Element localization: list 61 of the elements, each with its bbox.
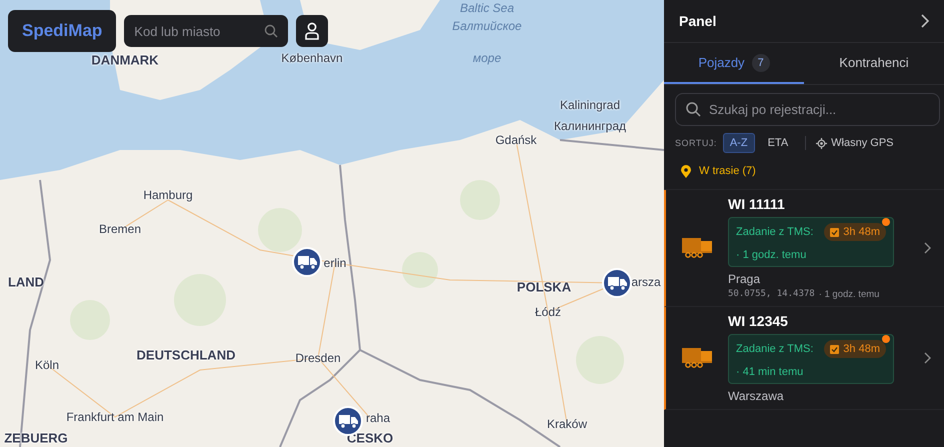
city-label: Kraków bbox=[547, 417, 587, 431]
sort-option[interactable]: ETA bbox=[760, 133, 796, 153]
vehicle-plate: WI 12345 bbox=[728, 313, 788, 329]
city-label: Łódź bbox=[534, 305, 562, 319]
user-button[interactable] bbox=[296, 15, 328, 47]
sea-label: Baltic Sea bbox=[460, 1, 514, 15]
task-label: Zadanie z TMS: bbox=[736, 343, 814, 355]
city-label: arsza bbox=[631, 275, 661, 289]
location-name: Warszawa bbox=[728, 389, 784, 403]
truck-marker-icon[interactable] bbox=[292, 247, 322, 277]
clipboard-icon bbox=[830, 344, 840, 354]
search-icon bbox=[264, 24, 278, 38]
tab[interactable]: Kontrahenci bbox=[804, 43, 944, 84]
search-field[interactable]: Kod lub miasto bbox=[124, 15, 288, 47]
sea-label: Балтийское bbox=[452, 19, 522, 33]
sort-option[interactable]: A-Z bbox=[722, 133, 755, 153]
truck-icon bbox=[682, 348, 712, 368]
city-label: Bremen bbox=[98, 222, 142, 236]
coordinates: 50.0755, 14.4378 bbox=[728, 289, 815, 300]
update-time: · 41 min temu bbox=[736, 366, 804, 378]
location-pin-icon bbox=[681, 164, 691, 178]
city-label: Köln bbox=[34, 358, 60, 372]
truck-marker-icon[interactable] bbox=[602, 268, 632, 298]
gps-button[interactable]: Własny GPS bbox=[816, 137, 894, 149]
country-label: LAND bbox=[8, 274, 44, 290]
group-label: W trasie (7) bbox=[699, 165, 756, 177]
city-label: Калининград bbox=[554, 119, 626, 133]
chevron-right-icon[interactable] bbox=[920, 14, 930, 28]
city-label: Kaliningrad bbox=[560, 98, 620, 112]
count-badge: 7 bbox=[752, 54, 770, 72]
crosshair-icon bbox=[816, 138, 828, 148]
city-label: Gdańsk bbox=[495, 133, 537, 147]
vehicle-card[interactable]: WI 12345 Zadanie z TMS: 3h 48m · 41 min temu Warszawa bbox=[664, 307, 944, 410]
search-icon bbox=[685, 101, 701, 117]
panel-title: Panel bbox=[679, 13, 716, 29]
truck-icon bbox=[682, 238, 712, 258]
city-label: København bbox=[281, 51, 343, 65]
chevron-right-icon[interactable] bbox=[924, 352, 932, 364]
country-label: DANMARK bbox=[91, 52, 159, 68]
clipboard-icon bbox=[830, 227, 840, 237]
user-icon bbox=[304, 22, 320, 40]
search-field[interactable]: Szukaj po rejestracji... bbox=[675, 93, 940, 126]
update-time: · 1 godz. temu bbox=[818, 289, 880, 300]
city-label: erlin bbox=[324, 256, 346, 270]
tab[interactable]: Pojazdy 7 bbox=[664, 43, 804, 84]
location-name: Praga bbox=[728, 272, 760, 286]
vehicle-plate: WI 11111 bbox=[728, 196, 785, 212]
country-label: POLSKA bbox=[516, 280, 572, 294]
chevron-right-icon[interactable] bbox=[924, 242, 932, 254]
country-label: ZEBUERG bbox=[4, 430, 68, 446]
city-label: Dresden bbox=[295, 351, 341, 365]
sea-label: море bbox=[472, 51, 502, 65]
city-label: raha bbox=[366, 411, 390, 425]
city-label: Frankfurt am Main bbox=[66, 410, 164, 424]
update-time: · 1 godz. temu bbox=[736, 249, 808, 261]
task-label: Zadanie z TMS: bbox=[736, 226, 814, 238]
city-label: Hamburg bbox=[143, 188, 193, 202]
sort-label: SORTUJ: bbox=[675, 138, 717, 148]
app-logo[interactable]: SpediMap bbox=[8, 10, 116, 52]
vehicle-card[interactable]: WI 11111 Zadanie z TMS: 3h 48m · 1 godz. temu Praga 50.0755, 14.4378 · 1 godz. temu bbox=[664, 190, 944, 307]
country-label: DEUTSCHLAND bbox=[136, 348, 236, 362]
